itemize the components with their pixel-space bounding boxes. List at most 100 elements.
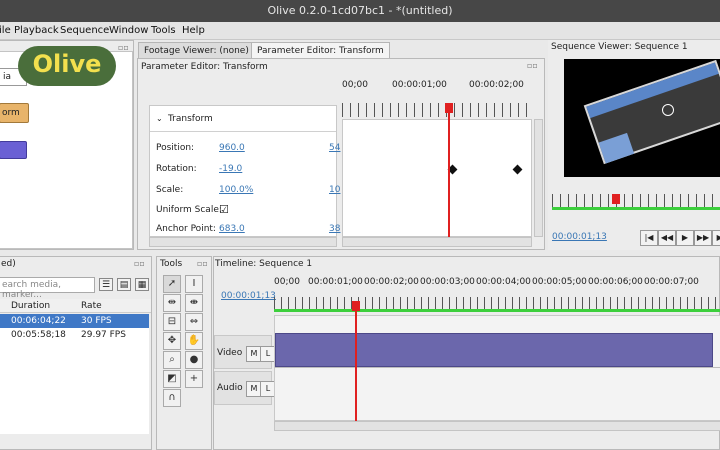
crosshair-icon[interactable] — [662, 104, 674, 116]
table-row[interactable]: 00:06:04;22 30 FPS — [0, 314, 149, 328]
project-title: ed) — [1, 259, 16, 269]
ruler-label: 00:00:01;00 — [308, 277, 363, 287]
zoom-tool-icon[interactable]: ⌕ — [163, 351, 181, 369]
position-value-y[interactable]: 54 — [329, 143, 340, 153]
duration-column-header[interactable]: Duration — [11, 301, 50, 311]
menu-file[interactable]: File — [0, 25, 11, 36]
video-clip[interactable] — [275, 333, 713, 367]
sequence-viewer-panel: Sequence Viewer: Sequence 1 00:00:01;13 … — [548, 40, 720, 250]
ruler-label: 00:00:02;00 — [364, 277, 419, 287]
ruler-label: 00:00:03;00 — [420, 277, 475, 287]
search-input[interactable]: earch media, marker... — [0, 277, 95, 300]
param-list-scrollbar[interactable] — [149, 237, 337, 247]
anchor-point-label: Anchor Point: — [156, 224, 216, 234]
list-view-icon[interactable]: ☰ — [99, 278, 113, 291]
ruler-ticks — [274, 297, 720, 309]
viewer-ruler[interactable] — [552, 194, 720, 208]
rate-column-header[interactable]: Rate — [81, 301, 102, 311]
transform-group-header[interactable]: ⌄ Transform — [150, 106, 336, 132]
ruler-label: 00:00:05;00 — [532, 277, 587, 287]
chevron-down-icon[interactable]: ⌄ — [156, 114, 163, 123]
play-button[interactable]: ▶ — [676, 230, 694, 246]
track-area[interactable] — [274, 315, 720, 421]
param-playhead-handle[interactable] — [445, 103, 453, 113]
anchor-point-value-y[interactable]: 38 — [329, 224, 340, 234]
rotation-value[interactable]: -19.0 — [219, 164, 242, 174]
menu-window[interactable]: Window — [109, 25, 148, 36]
menu-bar: File Playback Sequence Window Tools Help — [0, 22, 720, 40]
viewer-playhead[interactable] — [612, 194, 620, 204]
rolling-tool-icon[interactable]: ⇼ — [185, 294, 203, 312]
ruler-label: 00:00:02;00 — [469, 80, 524, 90]
fast-forward-button[interactable]: ▶▶ — [694, 230, 712, 246]
rewind-button[interactable]: ◀◀ — [658, 230, 676, 246]
orange-button[interactable]: orm — [0, 103, 29, 123]
timeline-playhead-line — [355, 311, 357, 421]
menu-sequence[interactable]: Sequence — [60, 25, 109, 36]
tools-title: Tools — [160, 259, 183, 269]
ruler-label: 00:00:06;00 — [588, 277, 643, 287]
tab-parameter-editor[interactable]: Parameter Editor: Transform — [251, 42, 390, 59]
purple-swatch[interactable] — [0, 141, 27, 159]
ripple-tool-icon[interactable]: ⇹ — [163, 294, 181, 312]
uniform-scale-label: Uniform Scale: — [156, 205, 222, 215]
go-to-start-button[interactable]: |◀ — [640, 230, 658, 246]
icon-view-icon[interactable]: ▦ — [135, 278, 149, 291]
go-to-end-button[interactable]: ▶| — [712, 230, 720, 246]
add-tool-icon[interactable]: + — [185, 370, 203, 388]
keyframe-diamond[interactable] — [512, 164, 523, 175]
timeline-title: Timeline: Sequence 1 — [215, 259, 313, 269]
ruler-label: 00:00:07;00 — [644, 277, 699, 287]
project-float-icon[interactable]: ▫▫ — [134, 259, 145, 268]
scale-value[interactable]: 100.0% — [219, 185, 253, 195]
param-vertical-scrollbar[interactable] — [534, 119, 543, 237]
transition-tool-icon[interactable]: ◩ — [163, 370, 181, 388]
menu-tools[interactable]: Tools — [151, 25, 176, 36]
hand-tool-icon[interactable]: ✋ — [185, 332, 203, 350]
transformed-clip[interactable] — [583, 59, 720, 165]
keyframe-scrollbar[interactable] — [342, 237, 532, 247]
viewer-canvas[interactable] — [564, 59, 720, 177]
viewer-work-area-bar[interactable] — [552, 207, 720, 210]
menu-help[interactable]: Help — [182, 25, 205, 36]
param-list: ⌄ Transform Position: 960.0 54 Rotation:… — [149, 105, 340, 237]
keyframe-area[interactable] — [342, 119, 532, 237]
audio-track-header: Audio 1 M L — [214, 371, 276, 405]
slide-tool-icon[interactable]: ✥ — [163, 332, 181, 350]
sequence-viewer-title: Sequence Viewer: Sequence 1 — [551, 42, 688, 52]
ruler-label: 00;00 — [342, 80, 368, 90]
timeline-panel: Timeline: Sequence 1 00:00:01;13 00;00 0… — [213, 256, 720, 450]
menu-playback[interactable]: Playback — [14, 25, 59, 36]
snapping-tool-icon[interactable]: ∩ — [163, 389, 181, 407]
tab-footage-viewer[interactable]: Footage Viewer: (none) — [138, 42, 255, 59]
scale-value-y[interactable]: 10 — [329, 185, 340, 195]
edit-tool-icon[interactable]: I — [185, 275, 203, 293]
ruler-ticks — [342, 103, 532, 117]
tools-float-icon[interactable]: ▫▫ — [197, 259, 208, 268]
pointer-tool-icon[interactable]: ➚ — [163, 275, 181, 293]
timeline-ruler[interactable]: 00;00 00:00:01;00 00:00:02;00 00:00:03;0… — [274, 277, 720, 317]
position-value[interactable]: 960.0 — [219, 143, 245, 153]
parameter-editor-panel: Parameter Editor: Transform ▫▫ ⌄ Transfo… — [137, 58, 545, 250]
viewer-timecode[interactable]: 00:00:01;13 — [552, 232, 607, 242]
uniform-scale-checkbox[interactable]: ☑ — [219, 203, 229, 216]
record-tool-icon[interactable]: ● — [185, 351, 203, 369]
project-panel: ed) ▫▫ earch media, marker... ☰ ▤ ▦ Dura… — [0, 256, 152, 450]
anchor-point-value[interactable]: 683.0 — [219, 224, 245, 234]
project-list-empty[interactable] — [0, 342, 149, 434]
table-row[interactable]: 00:05:58;18 29.97 FPS — [0, 328, 149, 342]
timeline-timecode[interactable]: 00:00:01;13 — [221, 291, 276, 301]
slip-tool-icon[interactable]: ⇔ — [185, 313, 203, 331]
window-titlebar: Olive 0.2.0-1cd07bc1 - *(untitled) — [0, 0, 720, 22]
timeline-playhead-handle[interactable] — [352, 301, 360, 311]
track-divider — [275, 367, 720, 368]
timeline-horizontal-scrollbar[interactable] — [274, 421, 720, 431]
clip-content — [586, 62, 719, 119]
ruler-label: 00:00:04;00 — [476, 277, 531, 287]
razor-tool-icon[interactable]: ⊟ — [163, 313, 181, 331]
scale-label: Scale: — [156, 185, 184, 195]
param-ruler[interactable]: 00;00 00:00:01;00 00:00:02;00 — [342, 69, 532, 119]
tree-view-icon[interactable]: ▤ — [117, 278, 131, 291]
timeline-work-area-bar[interactable] — [274, 309, 720, 312]
param-editor-header: Parameter Editor: Transform — [141, 62, 268, 72]
